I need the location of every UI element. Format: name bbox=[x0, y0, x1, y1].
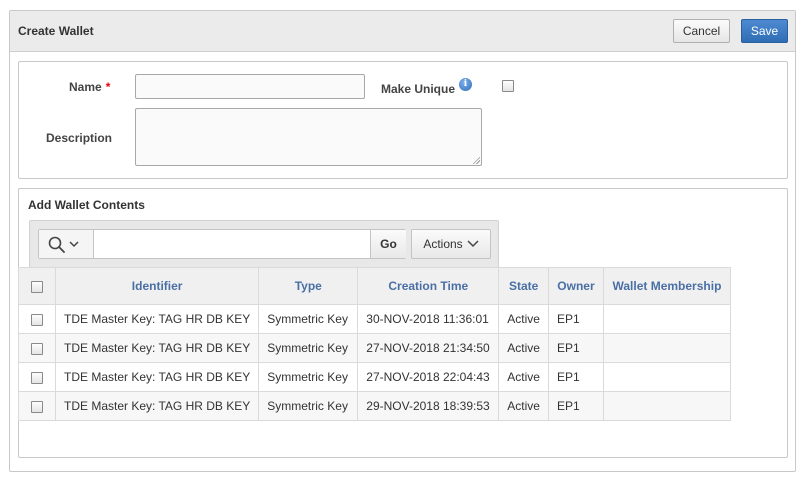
cell-type: Symmetric Key bbox=[258, 362, 359, 392]
table-row: TDE Master Key: TAG HR DB KEY Symmetric … bbox=[18, 362, 731, 392]
search-icon bbox=[48, 236, 79, 253]
cell-membership bbox=[602, 304, 731, 334]
row-checkbox[interactable] bbox=[31, 371, 43, 384]
cell-state: Active bbox=[498, 362, 549, 392]
actions-label: Actions bbox=[423, 237, 463, 251]
search-group: Go bbox=[38, 229, 406, 259]
save-button[interactable]: Save bbox=[741, 19, 788, 43]
cell-identifier: TDE Master Key: TAG HR DB KEY bbox=[54, 362, 260, 392]
cell-creation-time: 27-NOV-2018 21:34:50 bbox=[357, 333, 500, 363]
search-column-menu[interactable] bbox=[39, 230, 94, 258]
row-checkbox[interactable] bbox=[31, 313, 43, 326]
search-input[interactable] bbox=[95, 230, 369, 258]
cell-owner: EP1 bbox=[547, 391, 604, 421]
name-label: Name * bbox=[69, 80, 110, 94]
region-title: Add Wallet Contents bbox=[28, 198, 145, 212]
cell-creation-time: 30-NOV-2018 11:36:01 bbox=[357, 304, 500, 334]
col-type[interactable]: Type bbox=[258, 267, 359, 305]
table-header-row: Identifier Type Creation Time State Owne… bbox=[18, 267, 731, 305]
cell-state: Active bbox=[498, 391, 549, 421]
cell-type: Symmetric Key bbox=[258, 333, 359, 363]
cell-owner: EP1 bbox=[547, 333, 604, 363]
table-row: TDE Master Key: TAG HR DB KEY Symmetric … bbox=[18, 304, 731, 334]
description-label: Description bbox=[46, 131, 113, 145]
dialog-titlebar: Create Wallet Cancel Save bbox=[10, 11, 795, 52]
row-select-cell bbox=[18, 304, 56, 334]
cell-owner: EP1 bbox=[547, 362, 604, 392]
col-wallet-membership[interactable]: Wallet Membership bbox=[602, 267, 731, 305]
chevron-down-icon bbox=[467, 240, 479, 248]
cell-identifier: TDE Master Key: TAG HR DB KEY bbox=[54, 333, 260, 363]
go-button[interactable]: Go bbox=[370, 230, 406, 258]
col-creation-time[interactable]: Creation Time bbox=[357, 267, 500, 305]
col-identifier[interactable]: Identifier bbox=[54, 267, 260, 305]
cell-state: Active bbox=[498, 333, 549, 363]
cell-membership bbox=[602, 333, 731, 363]
info-icon[interactable]: i bbox=[459, 78, 472, 91]
table-row: TDE Master Key: TAG HR DB KEY Symmetric … bbox=[18, 333, 731, 363]
row-select-cell bbox=[18, 391, 56, 421]
make-unique-label: Make Unique bbox=[381, 82, 456, 96]
wallet-details-region: Name * Make Unique i Description bbox=[18, 61, 788, 179]
dialog-title: Create Wallet bbox=[18, 24, 94, 38]
table-row: TDE Master Key: TAG HR DB KEY Symmetric … bbox=[18, 391, 731, 421]
actions-menu-button[interactable]: Actions bbox=[411, 229, 491, 259]
make-unique-checkbox[interactable] bbox=[502, 80, 514, 92]
cell-membership bbox=[602, 362, 731, 392]
row-select-cell bbox=[18, 333, 56, 363]
cell-creation-time: 27-NOV-2018 22:04:43 bbox=[357, 362, 500, 392]
report-toolbar: Go Actions bbox=[29, 220, 499, 268]
row-checkbox[interactable] bbox=[31, 342, 43, 355]
cell-owner: EP1 bbox=[547, 304, 604, 334]
cell-creation-time: 29-NOV-2018 18:39:53 bbox=[357, 391, 500, 421]
col-state[interactable]: State bbox=[498, 267, 549, 305]
select-all-checkbox[interactable] bbox=[31, 280, 43, 293]
required-marker: * bbox=[105, 80, 111, 94]
name-label-text: Name bbox=[69, 80, 102, 94]
select-all-cell bbox=[18, 267, 56, 305]
row-select-cell bbox=[18, 362, 56, 392]
resize-grip-icon[interactable] bbox=[472, 156, 480, 164]
cell-type: Symmetric Key bbox=[258, 391, 359, 421]
row-checkbox[interactable] bbox=[31, 400, 43, 413]
cell-membership bbox=[602, 391, 731, 421]
cell-identifier: TDE Master Key: TAG HR DB KEY bbox=[54, 391, 260, 421]
cell-identifier: TDE Master Key: TAG HR DB KEY bbox=[54, 304, 260, 334]
cancel-button[interactable]: Cancel bbox=[673, 19, 730, 43]
col-owner[interactable]: Owner bbox=[547, 267, 604, 305]
description-textarea[interactable] bbox=[135, 108, 482, 166]
wallet-contents-table: Identifier Type Creation Time State Owne… bbox=[18, 267, 731, 421]
chevron-down-icon bbox=[69, 241, 79, 248]
cell-type: Symmetric Key bbox=[258, 304, 359, 334]
name-input[interactable] bbox=[135, 74, 365, 99]
cell-state: Active bbox=[498, 304, 549, 334]
